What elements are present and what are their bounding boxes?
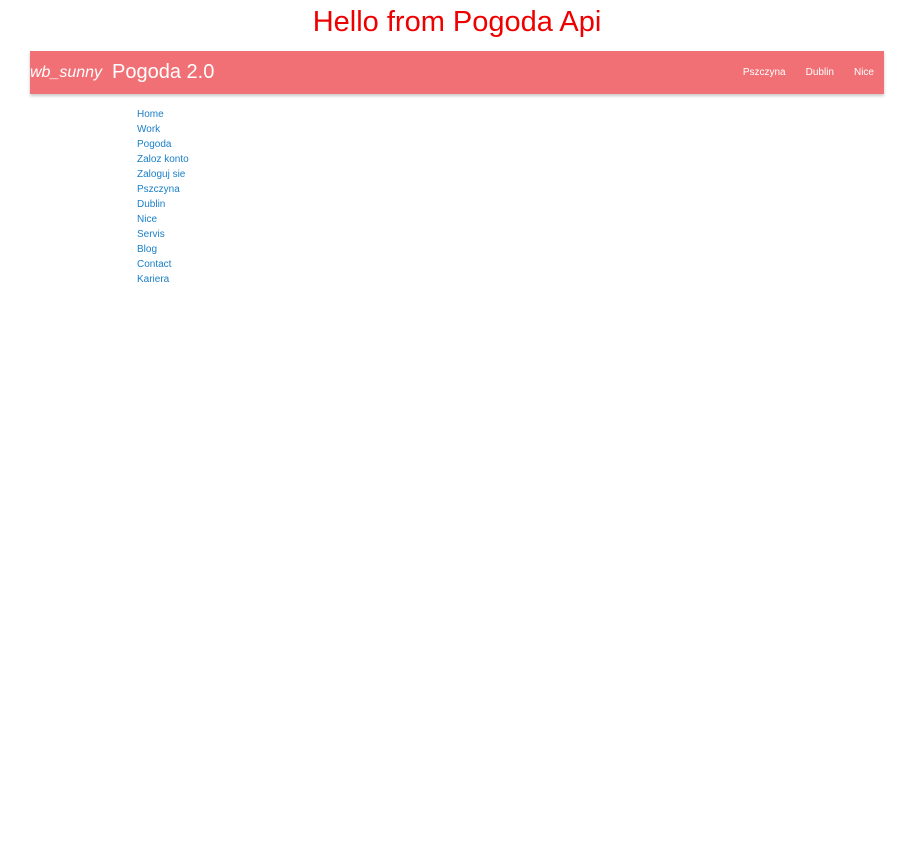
brand-logo-link[interactable]: Pogoda 2.0: [112, 61, 214, 84]
list-item: Dublin: [137, 195, 189, 210]
list-item: Pogoda: [137, 135, 189, 150]
sunny-icon: wb_sunny: [30, 63, 103, 81]
list-item: Zaloz konto: [137, 150, 189, 165]
page-title: Hello from Pogoda Api: [312, 6, 602, 38]
top-navbar: wb_sunny Pogoda 2.0 Pszczyna Dublin Nice: [30, 51, 884, 94]
navbar-links: Pszczyna Dublin Nice: [723, 51, 884, 94]
list-item: Kariera: [137, 270, 189, 285]
menu-link-pszczyna[interactable]: Pszczyna: [137, 184, 180, 195]
menu-link-work[interactable]: Work: [137, 124, 160, 135]
list-item: Servis: [137, 225, 189, 240]
list-item: Work: [137, 120, 189, 135]
menu-link-home[interactable]: Home: [137, 109, 164, 120]
nav-link-dublin[interactable]: Dublin: [806, 67, 834, 78]
list-item: Nice: [137, 210, 189, 225]
nav-link-nice[interactable]: Nice: [854, 67, 874, 78]
list-item: Zaloguj sie: [137, 165, 189, 180]
menu-link-servis[interactable]: Servis: [137, 229, 165, 240]
list-item: Pszczyna: [137, 180, 189, 195]
menu-link-dublin[interactable]: Dublin: [137, 199, 165, 210]
nav-link-pszczyna[interactable]: Pszczyna: [743, 67, 786, 78]
side-menu: Home Work Pogoda Zaloz konto Zaloguj sie…: [137, 105, 189, 285]
menu-link-contact[interactable]: Contact: [137, 259, 171, 270]
list-item: Home: [137, 105, 189, 120]
menu-link-nice[interactable]: Nice: [137, 214, 157, 225]
menu-link-zaloz-konto[interactable]: Zaloz konto: [137, 154, 189, 165]
menu-link-zaloguj-sie[interactable]: Zaloguj sie: [137, 169, 185, 180]
list-item: Contact: [137, 255, 189, 270]
list-item: Blog: [137, 240, 189, 255]
menu-link-pogoda[interactable]: Pogoda: [137, 139, 171, 150]
menu-link-blog[interactable]: Blog: [137, 244, 157, 255]
menu-link-kariera[interactable]: Kariera: [137, 274, 169, 285]
